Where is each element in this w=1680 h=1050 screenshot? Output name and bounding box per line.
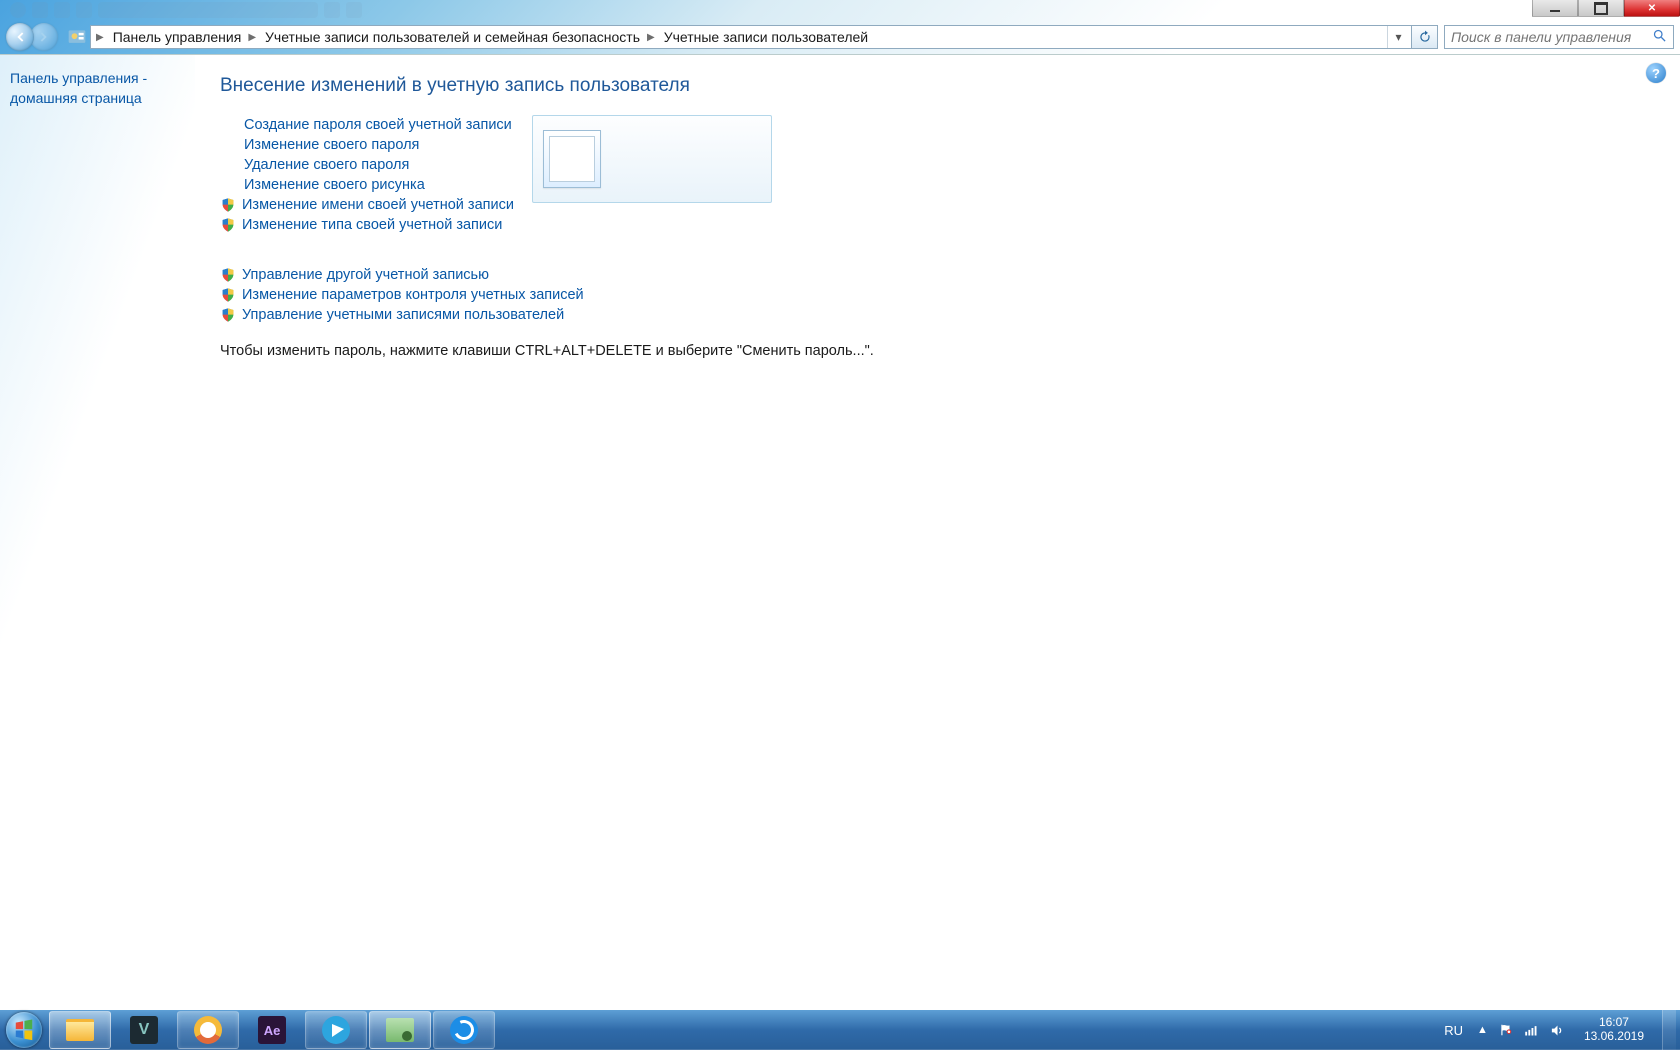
search-icon[interactable] (1652, 28, 1667, 46)
start-button[interactable] (0, 1010, 48, 1050)
task-link-item: Изменение имени своей учетной записи (220, 195, 514, 215)
breadcrumb-level1[interactable]: Учетные записи пользователей и семейная … (259, 26, 644, 48)
breadcrumb-root[interactable]: Панель управления (107, 26, 246, 48)
left-panel: Панель управления - домашняя страница (0, 55, 195, 1010)
task-link[interactable]: Изменение своего рисунка (244, 177, 425, 193)
address-dropdown-button[interactable]: ▾ (1387, 26, 1409, 48)
user-account-tile[interactable] (532, 115, 772, 203)
control-panel-home-link[interactable]: Панель управления - домашняя страница (10, 70, 147, 106)
search-box[interactable] (1444, 25, 1674, 49)
task-link[interactable]: Управление учетными записями пользовател… (242, 307, 564, 323)
task-list-primary: Создание пароля своей учетной записи Изме… (220, 115, 514, 235)
uac-shield-icon (220, 307, 236, 323)
window-controls (1532, 0, 1680, 17)
breadcrumb-bar[interactable]: ▶ Панель управления ▶ Учетные записи пол… (90, 25, 1412, 49)
task-link-item: Управление учетными записями пользовател… (220, 305, 1680, 325)
uac-shield-icon (220, 197, 236, 213)
taskbar-item-explorer[interactable] (49, 1011, 111, 1049)
taskbar-item-after-effects[interactable]: Ae (241, 1011, 303, 1049)
chevron-right-icon: ▶ (644, 32, 658, 43)
network-icon[interactable] (1524, 1022, 1540, 1038)
help-icon[interactable]: ? (1646, 63, 1666, 83)
control-panel-icon (66, 26, 88, 48)
task-link-item: Удаление своего пароля (220, 155, 514, 175)
breadcrumb-level2[interactable]: Учетные записи пользователей (658, 26, 872, 48)
show-hidden-icons-button[interactable]: ▲ (1477, 1024, 1488, 1036)
task-link-item: Изменение своего рисунка (220, 175, 514, 195)
uac-shield-icon (220, 267, 236, 283)
task-link-item: Изменение типа своей учетной записи (220, 215, 514, 235)
task-link-item: Изменение параметров контроля учетных за… (220, 285, 1680, 305)
back-button[interactable] (6, 23, 34, 51)
clock[interactable]: 16:07 13.06.2019 (1576, 1016, 1652, 1044)
task-link[interactable]: Управление другой учетной записью (242, 267, 489, 283)
task-link-item: Создание пароля своей учетной записи (220, 115, 514, 135)
task-link-item: Управление другой учетной записью (220, 265, 1680, 285)
task-link-item: Изменение своего пароля (220, 135, 514, 155)
task-link[interactable]: Изменение своего пароля (244, 137, 419, 153)
avatar-frame (543, 130, 601, 188)
volume-icon[interactable] (1550, 1022, 1566, 1038)
task-link[interactable]: Изменение имени своей учетной записи (242, 197, 514, 213)
page-heading: Внесение изменений в учетную запись поль… (220, 75, 1680, 97)
clock-time: 16:07 (1584, 1016, 1644, 1030)
taskbar: V Ae RU ▲ 16:07 13.06.2019 (0, 1010, 1680, 1050)
password-hint-text: Чтобы изменить пароль, нажмите клавиши C… (220, 343, 1680, 359)
uac-shield-icon (220, 287, 236, 303)
clock-date: 13.06.2019 (1584, 1030, 1644, 1044)
task-link[interactable]: Удаление своего пароля (244, 157, 409, 173)
taskbar-item-v-app[interactable]: V (113, 1011, 175, 1049)
taskbar-item-uplay[interactable] (433, 1011, 495, 1049)
system-tray: RU ▲ 16:07 13.06.2019 (1440, 1010, 1680, 1050)
taskbar-item-browser[interactable] (177, 1011, 239, 1049)
minimize-button[interactable] (1532, 0, 1578, 17)
forward-button[interactable] (30, 23, 58, 51)
avatar-placeholder-icon (549, 136, 595, 182)
explorer-body: ? Панель управления - домашняя страница … (0, 54, 1680, 1010)
main-panel: Внесение изменений в учетную запись поль… (200, 55, 1680, 359)
refresh-button[interactable] (1412, 25, 1438, 49)
uac-shield-icon (220, 217, 236, 233)
action-center-flag-icon[interactable] (1498, 1022, 1514, 1038)
task-link[interactable]: Изменение параметров контроля учетных за… (242, 287, 584, 303)
close-button[interactable] (1624, 0, 1680, 17)
task-link[interactable]: Создание пароля своей учетной записи (244, 117, 512, 133)
search-input[interactable] (1451, 29, 1652, 45)
task-link[interactable]: Изменение типа своей учетной записи (242, 217, 502, 233)
show-desktop-button[interactable] (1662, 1010, 1676, 1050)
explorer-nav-row: ▶ Панель управления ▶ Учетные записи пол… (0, 20, 1680, 54)
background-browser-ghost (0, 0, 1680, 20)
taskbar-item-control-panel[interactable] (369, 1011, 431, 1049)
input-language-indicator[interactable]: RU (1440, 1023, 1467, 1038)
chevron-right-icon: ▶ (245, 32, 259, 43)
chevron-right-icon: ▶ (93, 32, 107, 43)
task-list-secondary: Управление другой учетной записью Изменен… (220, 265, 1680, 325)
taskbar-item-telegram[interactable] (305, 1011, 367, 1049)
maximize-button[interactable] (1578, 0, 1624, 17)
